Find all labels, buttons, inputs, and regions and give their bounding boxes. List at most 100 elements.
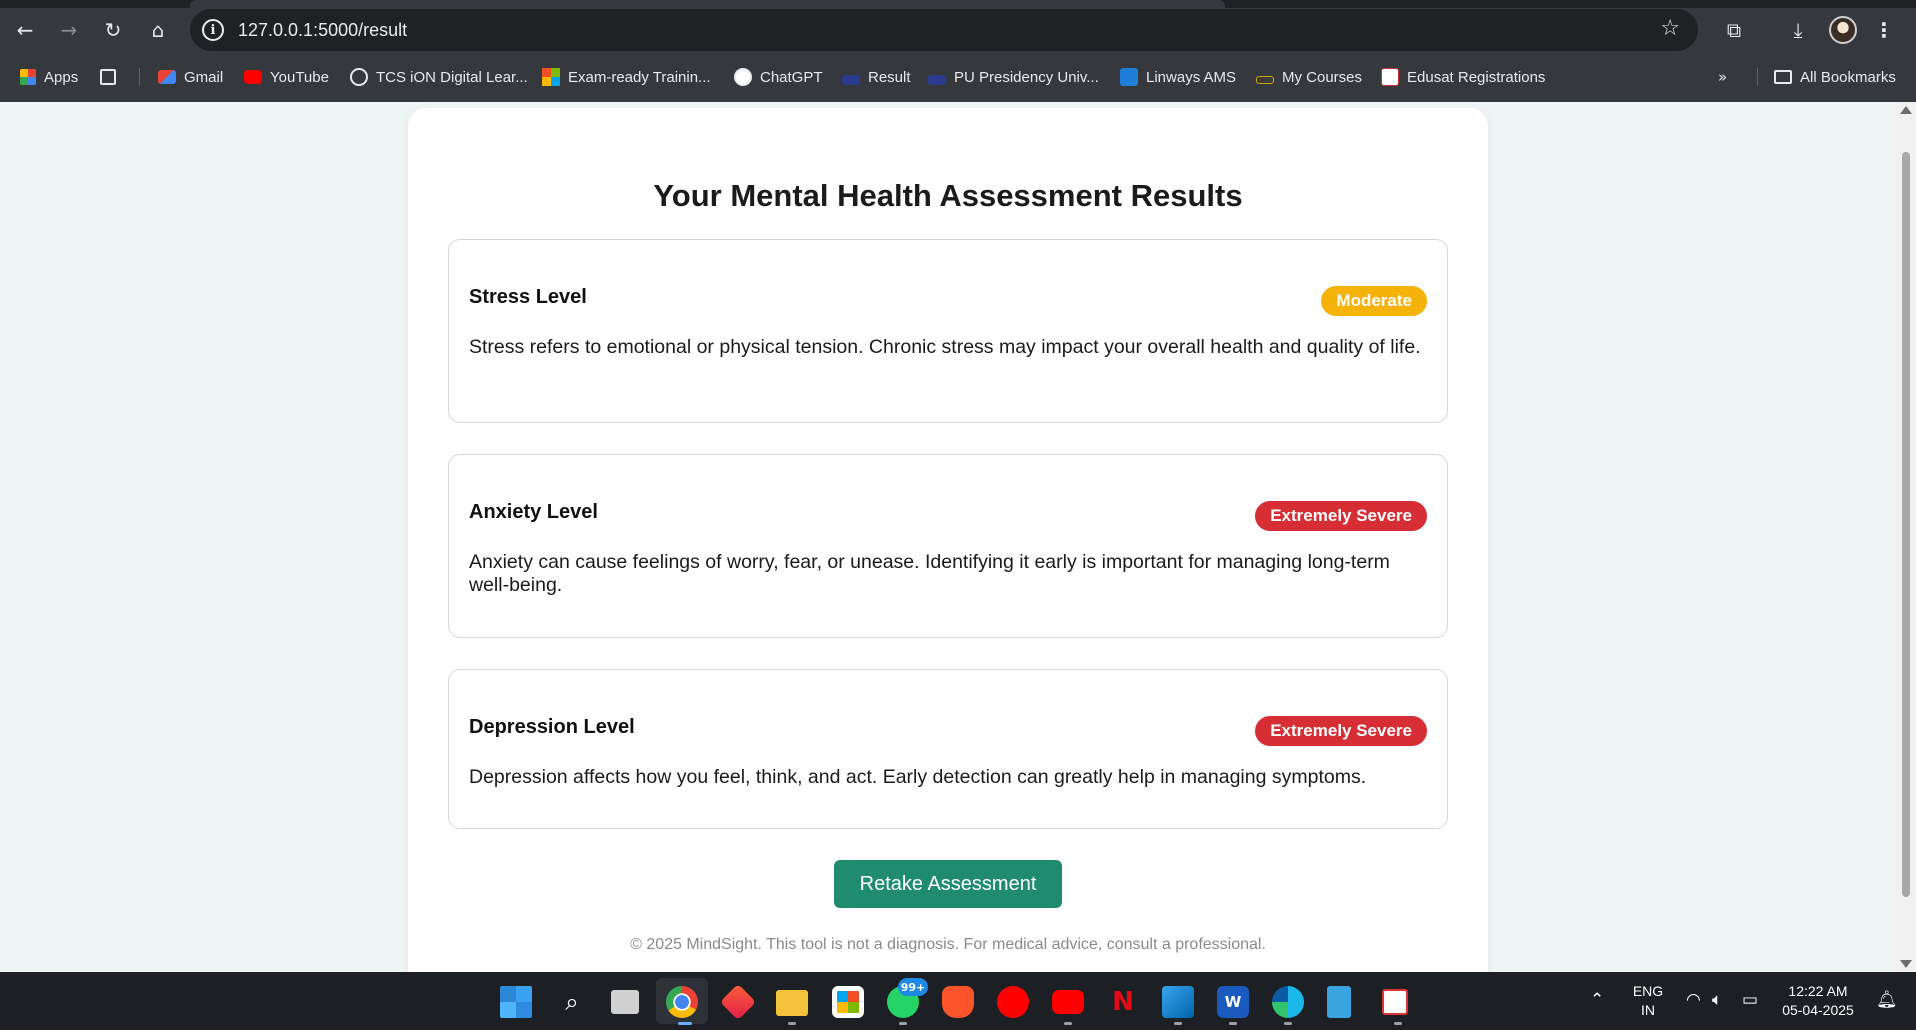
bookmark-label: PU Presidency Univ...: [954, 68, 1099, 86]
reload-icon[interactable]: ↻: [97, 14, 129, 46]
wifi-icon[interactable]: ◠: [1686, 990, 1701, 1010]
address-url[interactable]: 127.0.0.1:5000/result: [238, 20, 407, 41]
bookmark-star-icon[interactable]: ☆: [1660, 16, 1680, 41]
scrollbar-thumb[interactable]: [1902, 152, 1910, 897]
vscode-icon[interactable]: [1162, 986, 1194, 1018]
bookmark-linways[interactable]: Linways AMS: [1120, 61, 1236, 93]
bookmark-label: Linways AMS: [1146, 68, 1237, 86]
windows-start-icon[interactable]: [500, 986, 532, 1018]
site-info-icon[interactable]: i: [202, 19, 224, 41]
clock-date: 05-04-2025: [1782, 1002, 1854, 1018]
edge-icon[interactable]: [1272, 986, 1304, 1018]
bookmark-exam-ready[interactable]: Exam-ready Trainin...: [542, 61, 711, 93]
edusat-icon: [1381, 68, 1399, 86]
word-icon[interactable]: W: [1217, 986, 1249, 1018]
microsoft-store-icon[interactable]: [832, 986, 864, 1018]
back-arrow-icon[interactable]: ←: [9, 14, 41, 46]
task-view-icon[interactable]: [611, 990, 639, 1014]
system-clock[interactable]: 12:22 AM 05-04-2025: [1776, 982, 1860, 1020]
extensions-icon[interactable]: ⧉: [1718, 14, 1750, 46]
bookmark-presidency[interactable]: PU Presidency Univ...: [928, 61, 1099, 93]
bookmark-label: Exam-ready Trainin...: [568, 68, 711, 86]
download-icon[interactable]: ⤓: [1782, 14, 1814, 46]
bookmark-gmail[interactable]: Gmail: [158, 61, 223, 93]
running-indicator: [899, 1022, 907, 1025]
active-tab[interactable]: [190, 0, 1225, 8]
metric-title: Anxiety Level: [469, 501, 598, 523]
bookmark-result[interactable]: Result: [842, 61, 911, 93]
microsoft-icon: [542, 68, 560, 86]
bookmark-separator: [1757, 68, 1758, 86]
bookmark-label: TCS iON Digital Lear...: [376, 68, 528, 86]
all-bookmarks-folder[interactable]: All Bookmarks: [1774, 61, 1896, 93]
search-icon[interactable]: ⌕: [556, 986, 588, 1018]
depression-result-card: Depression Level Extremely Severe Depres…: [448, 669, 1448, 829]
bookmark-label: Gmail: [184, 68, 224, 86]
language-code: ENG: [1632, 983, 1664, 999]
running-indicator: [1284, 1022, 1292, 1025]
apps-grid-icon: [20, 69, 36, 85]
profile-avatar[interactable]: [1829, 16, 1857, 44]
running-indicator: [788, 1022, 796, 1025]
active-indicator: [678, 1022, 692, 1025]
bookmark-chatgpt[interactable]: ChatGPT: [734, 61, 823, 93]
gmail-icon: [158, 70, 176, 84]
forward-arrow-icon[interactable]: →: [53, 14, 85, 46]
bookmark-label: YouTube: [270, 68, 329, 86]
netflix-icon[interactable]: N: [1107, 986, 1139, 1018]
notifications-bell-icon[interactable]: 🔔︎: [1876, 990, 1898, 1010]
all-bookmarks-label: All Bookmarks: [1800, 68, 1896, 86]
more-bookmarks-chevron-icon[interactable]: »: [1718, 61, 1727, 93]
bookmarks-bar: Apps Gmail YouTube TCS iON Digital Lear.…: [0, 61, 1916, 93]
tab-strip: [0, 0, 1916, 8]
scroll-down-arrow-icon[interactable]: [1900, 960, 1912, 968]
youtube-music-icon[interactable]: [997, 986, 1029, 1018]
tab-groups-icon: [100, 69, 116, 85]
battery-icon[interactable]: ▭: [1742, 990, 1758, 1010]
chatgpt-icon: [734, 68, 752, 86]
running-indicator: [1229, 1022, 1237, 1025]
linways-icon: [1120, 68, 1138, 86]
address-bar[interactable]: i 127.0.0.1:5000/result ☆: [190, 9, 1698, 51]
kebab-menu-icon[interactable]: ⋮: [1868, 14, 1900, 46]
bookmark-label: ChatGPT: [760, 68, 823, 86]
metric-title: Depression Level: [469, 716, 635, 738]
home-icon[interactable]: ⌂: [142, 14, 174, 46]
region-code: IN: [1641, 1002, 1655, 1018]
snipping-tool-icon[interactable]: [1382, 989, 1408, 1015]
metric-description: Stress refers to emotional or physical t…: [469, 336, 1421, 358]
presidency-icon: [928, 75, 946, 85]
tcs-ion-icon: [350, 68, 368, 86]
browser-chrome: ← → ↻ ⌂ i 127.0.0.1:5000/result ☆ ⧉ ⤓ ⋮ …: [0, 0, 1916, 102]
language-indicator[interactable]: ENG IN: [1628, 982, 1668, 1020]
file-explorer-icon[interactable]: [776, 990, 808, 1016]
bookmark-my-courses[interactable]: My Courses: [1256, 61, 1362, 93]
severity-badge: Moderate: [1321, 286, 1427, 316]
app-diamond-icon[interactable]: [719, 983, 757, 1021]
stress-result-card: Stress Level Moderate Stress refers to e…: [448, 239, 1448, 423]
running-indicator: [1394, 1022, 1402, 1025]
running-indicator: [1174, 1022, 1182, 1025]
metric-title: Stress Level: [469, 286, 587, 308]
brave-browser-icon[interactable]: [942, 986, 974, 1018]
notepad-icon[interactable]: [1327, 986, 1351, 1018]
bookmark-youtube[interactable]: YouTube: [244, 61, 329, 93]
chrome-taskbar-icon[interactable]: [666, 986, 698, 1018]
bookmark-tcs-ion[interactable]: TCS iON Digital Lear...: [350, 61, 528, 93]
retake-assessment-button[interactable]: Retake Assessment: [834, 860, 1062, 908]
bookmark-label: Edusat Registrations: [1407, 68, 1546, 86]
clock-time: 12:22 AM: [1788, 983, 1848, 999]
page-title: Your Mental Health Assessment Results: [653, 178, 1243, 213]
bookmark-edusat[interactable]: Edusat Registrations: [1381, 61, 1545, 93]
courses-icon: [1256, 75, 1274, 84]
results-card: Your Mental Health Assessment Results St…: [408, 108, 1488, 972]
vertical-scrollbar[interactable]: [1896, 102, 1916, 972]
bookmark-apps[interactable]: Apps: [20, 61, 78, 93]
bookmark-label: My Courses: [1282, 68, 1363, 86]
scroll-up-arrow-icon[interactable]: [1900, 106, 1912, 114]
volume-icon[interactable]: 🔈︎: [1712, 990, 1722, 1010]
bookmark-grid[interactable]: [100, 61, 116, 93]
folder-icon: [1774, 70, 1792, 84]
youtube-app-icon[interactable]: [1052, 990, 1084, 1014]
show-hidden-icons-chevron-icon[interactable]: ⌃: [1590, 990, 1604, 1010]
